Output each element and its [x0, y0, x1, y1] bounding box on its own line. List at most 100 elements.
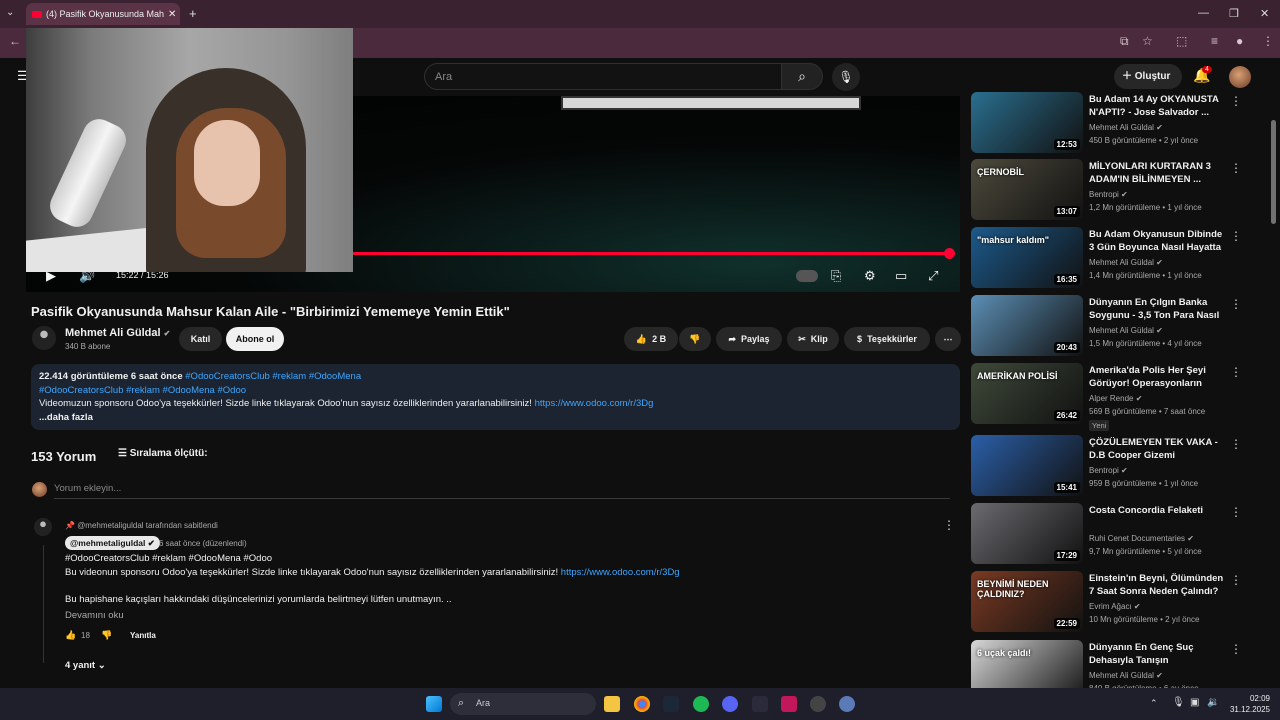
more-dots-icon[interactable]: ⋮ [1230, 229, 1242, 243]
taskbar-clock[interactable]: 02:09 31.12.2025 [1226, 693, 1270, 715]
video-title[interactable]: MİLYONLARI KURTARAN 3 ADAM'IN BİLİNMEYEN… [1089, 161, 1225, 186]
comment-like-icon[interactable]: 👍 [65, 630, 76, 641]
voice-search-button[interactable]: 🎙 [832, 63, 860, 91]
video-channel[interactable]: Bentropi ✔ [1089, 466, 1128, 475]
video-title[interactable]: Einstein'ın Beyni, Ölümünden 7 Saat Sonr… [1089, 573, 1225, 598]
more-dots-icon[interactable]: ⋮ [1230, 297, 1242, 311]
obs-icon[interactable] [810, 696, 826, 712]
video-thumbnail[interactable]: AMERİKAN POLİSİ 26:42 [971, 363, 1083, 424]
more-dots-icon[interactable]: ⋮ [1230, 437, 1242, 451]
tab-list-icon[interactable]: ⌄ [6, 7, 14, 18]
scrollbar[interactable] [1271, 120, 1276, 224]
description-link[interactable]: https://www.odoo.com/r/3Dg [535, 398, 654, 409]
sort-button[interactable]: ☰ Sıralama ölçütü: [118, 448, 208, 459]
video-thumbnail[interactable]: 17:29 [971, 503, 1083, 564]
description-tags-2[interactable]: #OdooCreatorsClub #reklam #OdooMena #Odo… [39, 384, 952, 398]
comment-link[interactable]: https://www.odoo.com/r/3Dg [561, 567, 680, 578]
video-title[interactable]: Costa Concordia Felaketi [1089, 505, 1225, 518]
video-channel[interactable]: Mehmet Ali Güldal ✔ [1089, 123, 1163, 132]
description-box[interactable]: 22.414 görüntüleme 6 saat önce #OdooCrea… [31, 364, 960, 430]
media-control-icon[interactable]: ≡ [1211, 34, 1218, 48]
fullscreen-icon[interactable]: ⤢ [928, 268, 938, 284]
create-button[interactable]: ＋ Oluştur [1114, 64, 1182, 89]
video-channel[interactable]: Bentropi ✔ [1089, 190, 1128, 199]
video-channel[interactable]: Mehmet Ali Güldal ✔ [1089, 326, 1163, 335]
channel-avatar[interactable] [32, 326, 56, 350]
replies-toggle[interactable]: 4 yanıt ⌄ [65, 660, 106, 671]
tray-chevron-icon[interactable]: ⌃ [1150, 698, 1158, 709]
clip-button[interactable]: ✂ Klip [787, 327, 839, 351]
bookmark-star-icon[interactable]: ☆ [1142, 34, 1153, 48]
more-dots-icon[interactable]: ⋮ [1230, 642, 1242, 656]
video-thumbnail[interactable]: ÇERNOBİL 13:07 [971, 159, 1083, 220]
read-more-link[interactable]: Devamını oku [65, 610, 124, 621]
recommended-video[interactable]: 15:41 ÇÖZÜLEMEYEN TEK VAKA - D.B Cooper G… [970, 435, 1250, 499]
extensions-icon[interactable]: ⬚ [1176, 34, 1187, 48]
recommended-video[interactable]: BEYNİMİ NEDEN ÇALDINIZ? 22:59 Einstein'ın … [970, 571, 1250, 635]
subscribe-button[interactable]: Abone ol [226, 327, 284, 351]
install-app-icon[interactable]: ⧉ [1120, 34, 1129, 49]
video-title[interactable]: Bu Adam 14 Ay OKYANUSTA N'APTI? - Jose S… [1089, 94, 1225, 119]
add-comment-input[interactable]: Yorum ekleyin... [54, 483, 121, 494]
windows-start-icon[interactable] [426, 696, 442, 712]
app-icon[interactable] [781, 696, 797, 712]
back-icon[interactable]: ← [9, 34, 21, 48]
comment-time[interactable]: 6 saat önce (düzenlendi) [159, 539, 247, 548]
recommended-video[interactable]: 20:43 Dünyanın En Çılgın Banka Soygunu - … [970, 295, 1250, 359]
minimize-icon[interactable]: — [1198, 7, 1209, 19]
video-thumbnail[interactable]: "mahsur kaldım" 16:35 [971, 227, 1083, 288]
account-avatar[interactable] [1229, 66, 1251, 88]
new-tab-button[interactable]: + [189, 6, 197, 21]
video-title[interactable]: Dünyanın En Çılgın Banka Soygunu - 3,5 T… [1089, 297, 1225, 323]
more-dots-icon[interactable]: ⋮ [1230, 573, 1242, 587]
autoplay-toggle[interactable] [796, 270, 818, 282]
settings-icon[interactable] [839, 696, 855, 712]
video-thumbnail[interactable]: 15:41 [971, 435, 1083, 496]
description-more[interactable]: ...daha fazla [39, 411, 952, 425]
more-dots-icon[interactable]: ⋮ [1230, 161, 1242, 175]
tray-volume-icon[interactable]: 🔉 [1207, 697, 1219, 708]
video-title[interactable]: Bu Adam Okyanusun Dibinde 3 Gün Boyunca … [1089, 229, 1225, 255]
comment-author[interactable]: @mehmetaliguldal ✔ [65, 536, 160, 550]
thanks-button[interactable]: $ Teşekkürler [844, 327, 930, 351]
progress-scrubber[interactable] [944, 248, 955, 259]
file-explorer-icon[interactable] [604, 696, 620, 712]
like-button[interactable]: 👍 2 B [624, 327, 678, 351]
video-thumbnail[interactable]: 12:53 [971, 92, 1083, 153]
tray-network-icon[interactable]: ▣ [1190, 697, 1199, 708]
close-window-icon[interactable]: ✕ [1260, 7, 1269, 20]
video-channel[interactable]: Ruhi Cenet Documentaries ✔ [1089, 534, 1194, 543]
video-title[interactable]: ÇÖZÜLEMEYEN TEK VAKA - D.B Cooper Gizemi [1089, 437, 1225, 462]
video-title[interactable]: Amerika'da Polis Her Şeyi Görüyor! Opera… [1089, 365, 1225, 391]
video-title[interactable]: Dünyanın En Genç Suç Dehasıyla Tanışın [1089, 642, 1225, 667]
terminal-icon[interactable] [752, 696, 768, 712]
description-tags[interactable]: #OdooCreatorsClub #reklam #OdooMena [185, 371, 361, 382]
reply-button[interactable]: Yanıtla [130, 631, 156, 640]
video-channel[interactable]: Alper Rende ✔ [1089, 394, 1142, 403]
recommended-video[interactable]: AMERİKAN POLİSİ 26:42 Amerika'da Polis Her… [970, 363, 1250, 431]
video-channel[interactable]: Mehmet Ali Güldal ✔ [1089, 258, 1163, 267]
search-button[interactable]: ⌕ [781, 63, 823, 90]
theater-mode-icon[interactable]: ▭ [895, 268, 907, 284]
channel-name[interactable]: Mehmet Ali Güldal ✔ [65, 327, 170, 339]
video-thumbnail[interactable]: BEYNİMİ NEDEN ÇALDINIZ? 22:59 [971, 571, 1083, 632]
video-channel[interactable]: Evrim Ağacı ✔ [1089, 602, 1141, 611]
comment-author-avatar[interactable] [34, 518, 52, 536]
comment-tags[interactable]: #OdooCreatorsClub #reklam #OdooMena #Odo… [65, 553, 272, 564]
comment-more-icon[interactable]: ⋮ [943, 518, 955, 532]
profile-icon[interactable]: ● [1236, 34, 1243, 48]
share-button[interactable]: ➦ Paylaş [716, 327, 782, 351]
search-input[interactable]: Ara [424, 63, 782, 90]
spotify-icon[interactable] [693, 696, 709, 712]
recommended-video[interactable]: 17:29 Costa Concordia Felaketi Ruhi Cenet … [970, 503, 1250, 567]
video-thumbnail[interactable]: 20:43 [971, 295, 1083, 356]
video-channel[interactable]: Mehmet Ali Güldal ✔ [1089, 671, 1163, 680]
more-dots-icon[interactable]: ⋮ [1230, 365, 1242, 379]
more-dots-icon[interactable]: ⋮ [1230, 505, 1242, 519]
subtitles-icon[interactable]: ⎘ [831, 268, 841, 284]
settings-gear-icon[interactable]: ⚙ [864, 268, 876, 284]
comment-dislike-icon[interactable]: 👎 [101, 630, 112, 641]
join-button[interactable]: Katıl [179, 327, 222, 351]
restore-icon[interactable]: ❐ [1229, 7, 1239, 20]
chrome-icon[interactable] [634, 696, 650, 712]
